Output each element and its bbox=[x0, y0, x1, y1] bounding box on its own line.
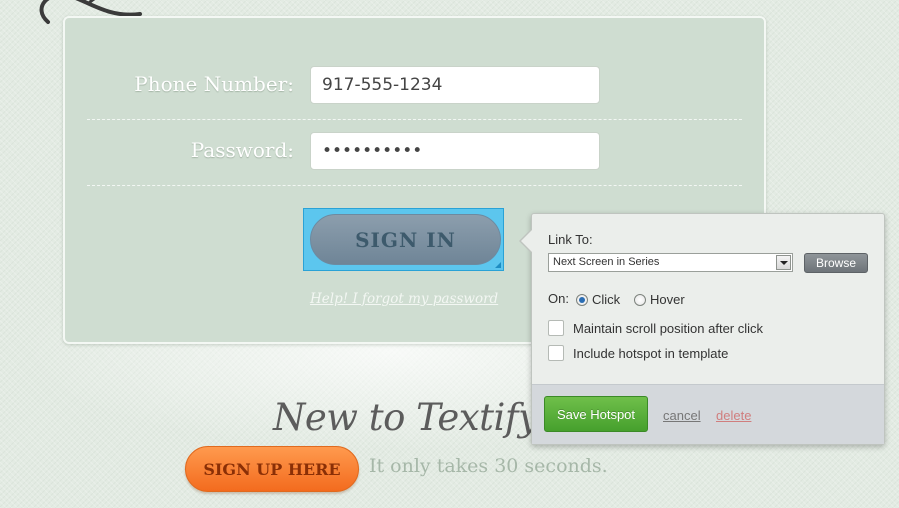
new-user-heading: New to Textify bbox=[273, 396, 539, 439]
trigger-click-label: Click bbox=[592, 292, 621, 307]
password-input[interactable] bbox=[310, 132, 600, 170]
trigger-on-label: On: bbox=[548, 291, 569, 306]
popover-footer: Save Hotspot cancel delete bbox=[532, 384, 884, 444]
maintain-scroll-checkbox[interactable]: Maintain scroll position after click bbox=[548, 320, 763, 336]
sign-up-button[interactable]: SIGN UP HERE bbox=[185, 446, 359, 492]
radio-unselected-icon[interactable] bbox=[634, 293, 646, 306]
include-template-checkbox[interactable]: Include hotspot in template bbox=[548, 345, 728, 361]
divider bbox=[87, 185, 742, 186]
trigger-hover-radio[interactable]: Hover bbox=[634, 292, 685, 307]
checkbox-icon[interactable] bbox=[548, 345, 564, 361]
signup-note: It only takes 30 seconds. bbox=[369, 455, 608, 477]
trigger-click-radio[interactable]: Click bbox=[576, 292, 620, 307]
maintain-scroll-label: Maintain scroll position after click bbox=[573, 320, 764, 336]
hotspot-selection[interactable]: SIGN IN bbox=[303, 208, 504, 271]
link-to-select[interactable]: Next Screen in Series bbox=[548, 253, 793, 272]
sign-in-button[interactable]: SIGN IN bbox=[310, 214, 501, 265]
include-template-label: Include hotspot in template bbox=[573, 345, 729, 361]
phone-row: Phone Number: bbox=[65, 66, 764, 106]
resize-handle-icon[interactable] bbox=[495, 262, 501, 268]
cancel-link[interactable]: cancel bbox=[663, 408, 701, 423]
popover-arrow-icon bbox=[521, 229, 533, 253]
link-to-selected-value: Next Screen in Series bbox=[553, 256, 660, 268]
phone-input[interactable] bbox=[310, 66, 600, 104]
link-to-label: Link To: bbox=[548, 232, 593, 247]
browse-button[interactable]: Browse bbox=[804, 253, 868, 273]
hotspot-popover: Link To: Next Screen in Series Browse On… bbox=[519, 213, 885, 445]
phone-label: Phone Number: bbox=[134, 72, 294, 96]
password-row: Password: bbox=[65, 132, 764, 172]
forgot-password-link[interactable]: Help! I forgot my password bbox=[310, 291, 498, 307]
radio-selected-icon[interactable] bbox=[576, 293, 588, 306]
trigger-hover-label: Hover bbox=[650, 292, 685, 307]
password-label: Password: bbox=[190, 138, 294, 162]
delete-link[interactable]: delete bbox=[716, 408, 751, 423]
chevron-down-icon[interactable] bbox=[776, 255, 791, 270]
divider bbox=[87, 119, 742, 120]
checkbox-icon[interactable] bbox=[548, 320, 564, 336]
save-hotspot-button[interactable]: Save Hotspot bbox=[544, 396, 648, 432]
